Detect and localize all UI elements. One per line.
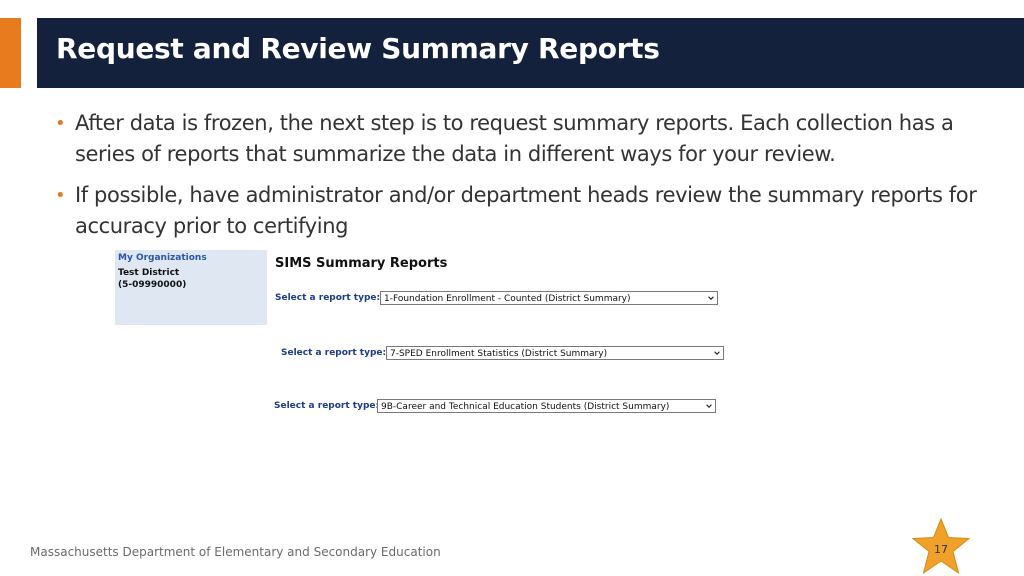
report-type-row: Select a report type: 7-SPED Enrollment … [281, 346, 726, 362]
chevron-down-icon[interactable] [706, 403, 712, 409]
report-type-select[interactable]: 9B-Career and Technical Education Studen… [377, 399, 716, 413]
page-number-badge: 17 [911, 518, 971, 575]
bullet-text: After data is frozen, the next step is t… [75, 111, 954, 166]
page-number: 17 [934, 543, 948, 556]
my-organizations-heading[interactable]: My Organizations [118, 253, 207, 263]
bullet-icon: • [55, 185, 66, 206]
slide-title: Request and Review Summary Reports [56, 32, 660, 65]
bullet-item: • If possible, have administrator and/or… [55, 180, 1005, 242]
footer-text: Massachusetts Department of Elementary a… [30, 545, 441, 559]
report-type-label: Select a report type: [274, 401, 380, 411]
sims-summary-reports-heading: SIMS Summary Reports [275, 256, 448, 271]
report-type-select[interactable]: 7-SPED Enrollment Statistics (District S… [386, 346, 724, 360]
title-bar: Request and Review Summary Reports [37, 18, 1024, 88]
chevron-down-icon[interactable] [708, 295, 714, 301]
bullet-list: • After data is frozen, the next step is… [55, 108, 1005, 252]
organization-code: (5-09990000) [118, 280, 187, 290]
bullet-item: • After data is frozen, the next step is… [55, 108, 1005, 170]
report-type-row: Select a report type: 1-Foundation Enrol… [275, 291, 720, 307]
organization-name[interactable]: Test District [118, 268, 179, 278]
report-type-row: Select a report type: 9B-Career and Tech… [274, 399, 719, 415]
report-type-label: Select a report type: [275, 293, 381, 303]
report-type-selected-value: 9B-Career and Technical Education Studen… [381, 402, 670, 412]
accent-bar [0, 18, 21, 88]
bullet-text: If possible, have administrator and/or d… [75, 183, 977, 238]
my-organizations-panel: My Organizations Test District (5-099900… [115, 250, 267, 325]
chevron-down-icon[interactable] [714, 350, 720, 356]
report-type-select[interactable]: 1-Foundation Enrollment - Counted (Distr… [380, 291, 718, 305]
report-type-selected-value: 7-SPED Enrollment Statistics (District S… [390, 349, 608, 359]
bullet-icon: • [55, 113, 66, 134]
report-type-label: Select a report type: [281, 348, 387, 358]
report-type-selected-value: 1-Foundation Enrollment - Counted (Distr… [384, 294, 631, 304]
